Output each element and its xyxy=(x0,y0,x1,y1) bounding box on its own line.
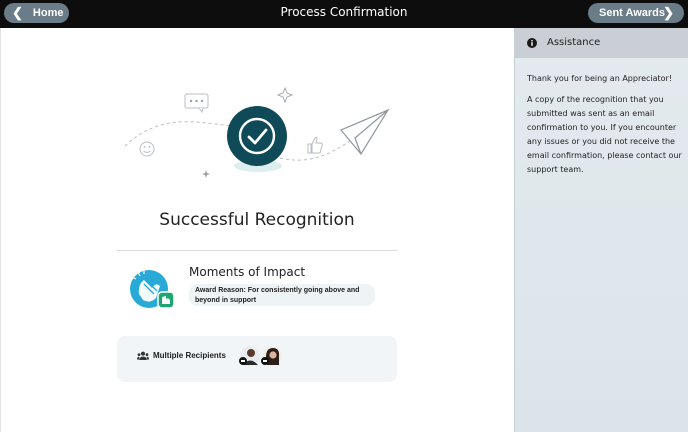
sent-awards-label: Sent Awards xyxy=(599,7,666,19)
assistance-line: submitted was sent as an email xyxy=(527,109,655,118)
divider xyxy=(117,250,397,251)
award-reason-line: beyond in support xyxy=(195,297,257,304)
sparkle-icon xyxy=(202,170,210,178)
dashed-trail-right xyxy=(279,137,356,161)
success-title: Successful Recognition xyxy=(159,210,355,230)
assistance-line: confirmation to you. If you encounter xyxy=(527,123,677,132)
assistance-panel: Assistance Thank you for being an Apprec… xyxy=(514,28,688,432)
assistance-line: email confirmation, please contact our xyxy=(527,151,682,160)
group-icon xyxy=(137,351,149,360)
smiley-icon xyxy=(139,141,155,157)
avatar[interactable] xyxy=(261,345,283,367)
paper-plane-icon xyxy=(340,108,390,156)
page-title: Process Confirmation xyxy=(280,5,408,19)
assistance-header: Assistance xyxy=(515,28,688,58)
assistance-text: A copy of the recognition that you submi… xyxy=(527,93,683,177)
dashed-trail-left xyxy=(124,121,238,147)
assistance-line: any issues or you did not receive the xyxy=(527,137,675,146)
sparkle-icon xyxy=(276,86,294,104)
success-illustration xyxy=(124,86,390,178)
assistance-line: A copy of the recognition that you xyxy=(527,95,664,104)
avatar[interactable] xyxy=(239,345,261,367)
assistance-text: Thank you for being an Appreciator! xyxy=(527,74,673,83)
top-bar: ❮ Home Process Confirmation Sent Awards … xyxy=(0,0,688,28)
thumbs-up-icon xyxy=(307,136,323,154)
assistance-title: Assistance xyxy=(547,37,601,48)
award-reason-line: Award Reason: For consistently going abo… xyxy=(195,287,360,294)
chevron-right-icon: ❯ xyxy=(663,5,674,20)
success-check-circle xyxy=(227,106,287,166)
clapping-hands-icon xyxy=(130,270,175,309)
award-reason: Award Reason: For consistently going abo… xyxy=(189,284,375,306)
sent-awards-button[interactable]: Sent Awards ❯ xyxy=(588,3,684,23)
assistance-line: support team. xyxy=(527,165,584,174)
recipients-label: Multiple Recipients xyxy=(153,351,226,360)
award-title: Moments of Impact xyxy=(189,265,306,279)
recipients-card[interactable]: Multiple Recipients xyxy=(117,336,397,382)
chat-bubble-icon xyxy=(184,93,209,114)
info-icon xyxy=(527,38,537,48)
